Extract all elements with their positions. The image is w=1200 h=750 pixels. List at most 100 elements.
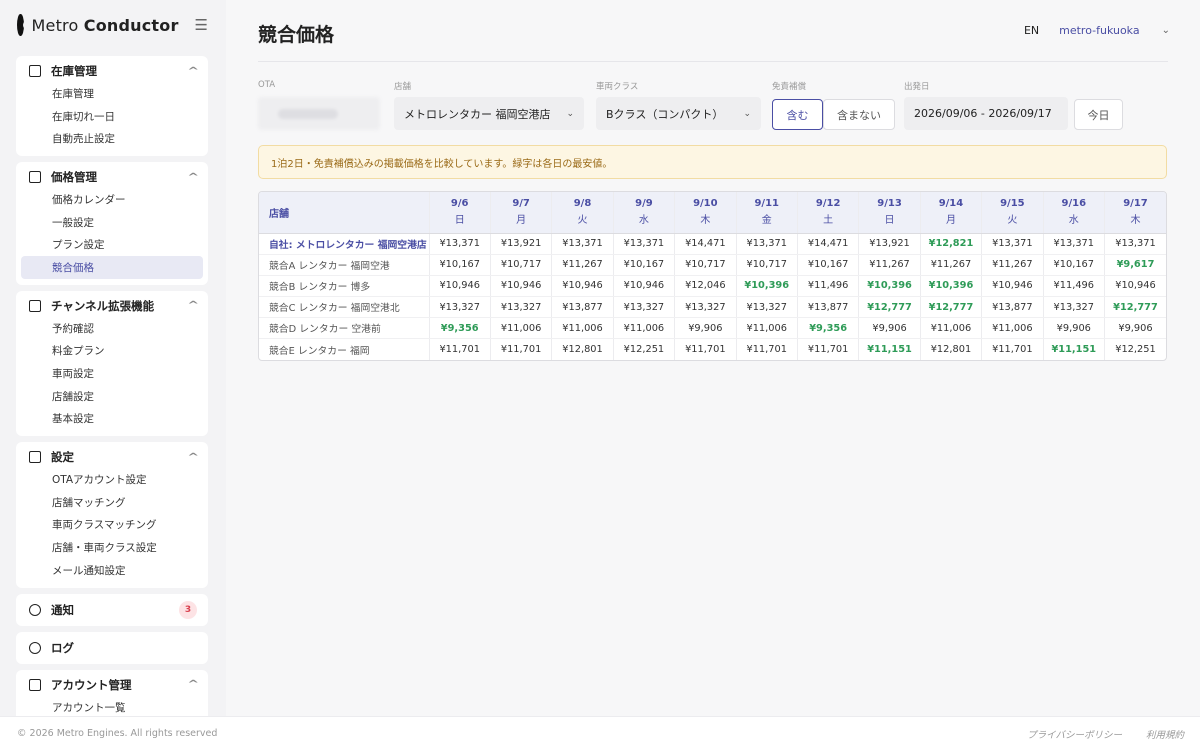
price-cell: ¥13,877: [981, 296, 1044, 319]
price-cell: ¥11,701: [981, 338, 1044, 361]
insurance-include-button[interactable]: 含む: [772, 99, 823, 130]
date-column-header: 9/12 土: [797, 192, 860, 234]
nav-group-header[interactable]: 在庫管理 ^: [21, 60, 203, 82]
terms-link[interactable]: 利用規約: [1146, 727, 1184, 741]
chevron-up-icon[interactable]: ^: [187, 66, 199, 77]
price-cell: ¥11,496: [1043, 275, 1105, 298]
square-icon: [29, 65, 41, 77]
price-cell: ¥10,946: [490, 275, 553, 298]
table-row: 競合B レンタカー 博多 ¥10,946 ¥10,946 ¥10,946 ¥10,946…: [259, 275, 1166, 298]
price-cell: ¥11,006: [551, 317, 614, 340]
brand-name[interactable]: Metro Conductor: [32, 16, 179, 35]
price-cell: ¥9,906: [1104, 317, 1166, 340]
sidebar-item[interactable]: プラン設定: [21, 233, 203, 256]
sidebar-item[interactable]: 自動売止設定: [21, 127, 203, 150]
nav-group-header[interactable]: 通知 3: [21, 599, 203, 621]
header-weekday: 月: [516, 215, 527, 227]
copyright: © 2026 Metro Engines. All rights reserve…: [17, 728, 218, 739]
header-divider: [258, 61, 1168, 62]
date-column-header: 9/6 日: [429, 192, 491, 234]
table-row: 競合E レンタカー 福岡 ¥11,701 ¥11,701 ¥12,801 ¥12,251…: [259, 338, 1166, 361]
table-row: 競合D レンタカー 空港前 ¥9,356 ¥11,006 ¥11,006 ¥11,006…: [259, 317, 1166, 340]
chevron-up-icon[interactable]: ^: [187, 300, 199, 311]
chevron-up-icon[interactable]: ^: [187, 679, 199, 690]
shop-name-cell: 競合B レンタカー 博多: [259, 275, 430, 298]
nav-group-header[interactable]: アカウント管理 ^: [21, 674, 203, 696]
shop-column-header: 店舗: [259, 192, 430, 234]
chevron-down-icon[interactable]: ⌄: [1162, 25, 1170, 36]
language-switch[interactable]: EN: [1024, 24, 1039, 37]
header-date: 9/7: [512, 198, 530, 210]
nav-group-header[interactable]: チャンネル拡張機能 ^: [21, 295, 203, 317]
nav-group: アカウント管理 ^ アカウント一覧: [16, 669, 208, 716]
date-range-input[interactable]: 2026/09/06 - 2026/09/17: [904, 97, 1068, 130]
date-column-header: 9/16 水: [1043, 192, 1105, 234]
sidebar-item[interactable]: 店舗設定: [21, 385, 203, 408]
price-cell: ¥10,396: [858, 275, 921, 298]
square-icon: [29, 451, 41, 464]
price-comparison-table: 店舗 9/6 日 9/7 月 9/8 火 9/9 水 9/10 木 9/11 金 9/12 土 9/13 日 9/…: [258, 191, 1167, 362]
sidebar-item[interactable]: 基本設定: [21, 408, 203, 431]
header-weekday: 木: [700, 215, 711, 227]
sidebar-item[interactable]: メール通知設定: [21, 559, 203, 582]
sidebar-item[interactable]: 車両設定: [21, 362, 203, 385]
insurance-label: 免責補償: [772, 82, 807, 92]
hamburger-icon[interactable]: ☰: [195, 16, 208, 34]
sidebar-item[interactable]: 一般設定: [21, 211, 203, 234]
header-weekday: 土: [823, 215, 834, 227]
sidebar-item[interactable]: アカウント一覧: [21, 696, 203, 716]
sidebar-item[interactable]: OTAアカウント設定: [21, 468, 203, 491]
sidebar-item[interactable]: 店舗・車両クラス設定: [21, 536, 203, 559]
chevron-down-icon: ⌄: [743, 108, 751, 119]
chevron-up-icon[interactable]: ^: [187, 452, 199, 463]
sidebar-item[interactable]: 料金プラン: [21, 340, 203, 363]
nav-group-label: ログ: [51, 640, 74, 655]
privacy-policy-link[interactable]: プライバシーポリシー: [1027, 727, 1122, 741]
shop-select[interactable]: メトロレンタカー 福岡空港店 ⌄: [394, 97, 584, 130]
header-date: 9/11: [754, 198, 779, 210]
vehicle-class-select[interactable]: Bクラス（コンパクト） ⌄: [596, 97, 761, 130]
price-cell: ¥10,167: [429, 254, 491, 276]
price-cell: ¥12,046: [674, 275, 737, 298]
price-cell: ¥11,267: [551, 254, 614, 276]
header-date: 9/13: [877, 198, 902, 210]
brand-name-bold: Conductor: [83, 15, 179, 35]
price-cell: ¥10,717: [736, 254, 798, 276]
sidebar-nav: 在庫管理 ^ 在庫管理 在庫切れ一日 自動売止設定 価格管理 ^ 価格カレンダー 一般設定 プラン…: [16, 56, 208, 716]
price-cell: ¥11,267: [858, 254, 921, 276]
header-date: 9/9: [635, 198, 653, 210]
chevron-up-icon[interactable]: ^: [187, 172, 199, 183]
price-cell: ¥13,371: [613, 233, 676, 255]
sidebar-item[interactable]: 店舗マッチング: [21, 491, 203, 514]
date-column-header: 9/7 月: [490, 192, 553, 234]
price-cell: ¥13,921: [490, 233, 553, 255]
nav-group-header[interactable]: ログ: [21, 637, 203, 659]
insurance-exclude-button[interactable]: 含まない: [823, 99, 895, 130]
shop-name-cell: 競合E レンタカー 福岡: [259, 338, 430, 361]
sidebar-item[interactable]: 価格カレンダー: [21, 188, 203, 211]
square-icon: [29, 299, 41, 312]
info-notice: 1泊2日・免責補償込みの掲載価格を比較しています。緑字は各日の最安値。: [258, 145, 1167, 179]
price-cell: ¥11,267: [981, 254, 1044, 276]
header-weekday: 金: [761, 215, 772, 227]
class-label: 車両クラス: [596, 82, 639, 92]
price-cell: ¥13,877: [551, 296, 614, 319]
sidebar-item[interactable]: 競合価格: [21, 256, 203, 279]
price-cell: ¥13,327: [736, 296, 798, 319]
price-cell: ¥13,371: [736, 233, 798, 255]
shop-name-cell: 競合D レンタカー 空港前: [259, 317, 430, 340]
nav-group-header[interactable]: 設定 ^: [21, 446, 203, 468]
sidebar-item[interactable]: 車両クラスマッチング: [21, 514, 203, 537]
tenant-selector[interactable]: metro-fukuoka: [1059, 24, 1139, 37]
shop-label: 店舗: [394, 82, 412, 92]
ota-select[interactable]: [258, 97, 380, 130]
sidebar-item[interactable]: 在庫切れ一日: [21, 105, 203, 128]
nav-group: 設定 ^ OTAアカウント設定 店舗マッチング 車両クラスマッチング 店舗・車両クラス設定…: [16, 442, 208, 588]
notification-count-badge: 3: [179, 600, 197, 619]
today-button[interactable]: 今日: [1074, 99, 1123, 130]
sidebar-item[interactable]: 予約確認: [21, 317, 203, 340]
sidebar-item[interactable]: 在庫管理: [21, 82, 203, 105]
date-column-header: 9/14 月: [920, 192, 983, 234]
nav-group-header[interactable]: 価格管理 ^: [21, 166, 203, 188]
price-cell: ¥11,701: [797, 338, 860, 361]
